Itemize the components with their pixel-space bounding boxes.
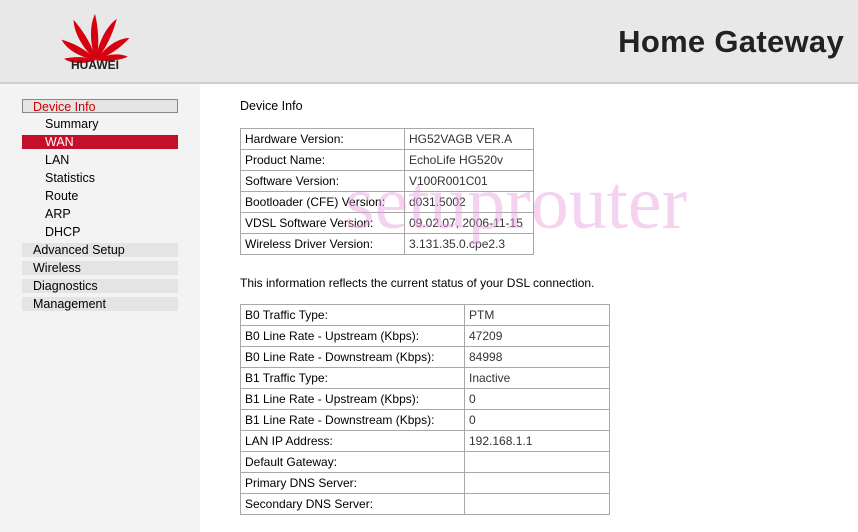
- sidebar-item-lan[interactable]: LAN: [22, 153, 178, 167]
- table-row: Secondary DNS Server:: [240, 493, 610, 515]
- header-bar: HUAWEI Home Gateway: [0, 0, 858, 84]
- row-value: 09.02.07, 2006-11-15: [404, 212, 534, 234]
- row-value: [464, 493, 610, 515]
- row-value: PTM: [464, 304, 610, 326]
- row-value: 0: [464, 409, 610, 431]
- row-value: 84998: [464, 346, 610, 368]
- sidebar-item-wireless[interactable]: Wireless: [22, 261, 178, 275]
- row-value: [464, 472, 610, 494]
- row-label: Product Name:: [240, 149, 405, 171]
- table-row: B0 Traffic Type: PTM: [240, 304, 610, 326]
- table-row: Wireless Driver Version: 3.131.35.0.cpe2.…: [240, 233, 534, 255]
- sidebar-item-wan[interactable]: WAN: [22, 135, 178, 149]
- table-row: LAN IP Address: 192.168.1.1: [240, 430, 610, 452]
- row-value: EchoLife HG520v: [404, 149, 534, 171]
- row-value: V100R001C01: [404, 170, 534, 192]
- row-value: 192.168.1.1: [464, 430, 610, 452]
- row-value: d031.5002: [404, 191, 534, 213]
- table-row: B1 Line Rate - Upstream (Kbps): 0: [240, 388, 610, 410]
- table-row: VDSL Software Version: 09.02.07, 2006-11-…: [240, 212, 534, 234]
- table-row: Software Version: V100R001C01: [240, 170, 534, 192]
- page-title: Home Gateway: [618, 24, 844, 59]
- table-row: Hardware Version: HG52VAGB VER.A: [240, 128, 534, 150]
- table-row: Default Gateway:: [240, 451, 610, 473]
- row-label: Bootloader (CFE) Version:: [240, 191, 405, 213]
- table-row: Primary DNS Server:: [240, 472, 610, 494]
- table-row: B1 Traffic Type: Inactive: [240, 367, 610, 389]
- row-label: Wireless Driver Version:: [240, 233, 405, 255]
- row-label: Secondary DNS Server:: [240, 493, 465, 515]
- row-value: HG52VAGB VER.A: [404, 128, 534, 150]
- row-label: B0 Line Rate - Downstream (Kbps):: [240, 346, 465, 368]
- row-value: 47209: [464, 325, 610, 347]
- row-label: B1 Traffic Type:: [240, 367, 465, 389]
- row-label: Primary DNS Server:: [240, 472, 465, 494]
- sidebar-item-dhcp[interactable]: DHCP: [22, 225, 178, 239]
- sidebar-item-statistics[interactable]: Statistics: [22, 171, 178, 185]
- device-info-table: Hardware Version: HG52VAGB VER.A Product …: [240, 128, 534, 255]
- sidebar-item-diagnostics[interactable]: Diagnostics: [22, 279, 178, 293]
- dsl-status-note: This information reflects the current st…: [240, 276, 595, 290]
- table-row: Product Name: EchoLife HG520v: [240, 149, 534, 171]
- row-label: B1 Line Rate - Upstream (Kbps):: [240, 388, 465, 410]
- sidebar-item-management[interactable]: Management: [22, 297, 178, 311]
- sidebar-item-summary[interactable]: Summary: [22, 117, 178, 131]
- row-value: [464, 451, 610, 473]
- sidebar-item-advanced-setup[interactable]: Advanced Setup: [22, 243, 178, 257]
- section-title: Device Info: [240, 99, 303, 113]
- table-row: Bootloader (CFE) Version: d031.5002: [240, 191, 534, 213]
- row-value: Inactive: [464, 367, 610, 389]
- dsl-status-table: B0 Traffic Type: PTM B0 Line Rate - Upstr…: [240, 304, 610, 515]
- row-value: 0: [464, 388, 610, 410]
- sidebar-item-route[interactable]: Route: [22, 189, 178, 203]
- row-label: B0 Line Rate - Upstream (Kbps):: [240, 325, 465, 347]
- row-value: 3.131.35.0.cpe2.3: [404, 233, 534, 255]
- table-row: B0 Line Rate - Upstream (Kbps): 47209: [240, 325, 610, 347]
- sidebar-item-arp[interactable]: ARP: [22, 207, 178, 221]
- row-label: Default Gateway:: [240, 451, 465, 473]
- row-label: VDSL Software Version:: [240, 212, 405, 234]
- row-label: B0 Traffic Type:: [240, 304, 465, 326]
- table-row: B0 Line Rate - Downstream (Kbps): 84998: [240, 346, 610, 368]
- sidebar-item-device-info[interactable]: Device Info: [22, 99, 178, 114]
- row-label: LAN IP Address:: [240, 430, 465, 452]
- row-label: B1 Line Rate - Downstream (Kbps):: [240, 409, 465, 431]
- table-row: B1 Line Rate - Downstream (Kbps): 0: [240, 409, 610, 431]
- row-label: Hardware Version:: [240, 128, 405, 150]
- row-label: Software Version:: [240, 170, 405, 192]
- brand-name: HUAWEI: [71, 58, 119, 72]
